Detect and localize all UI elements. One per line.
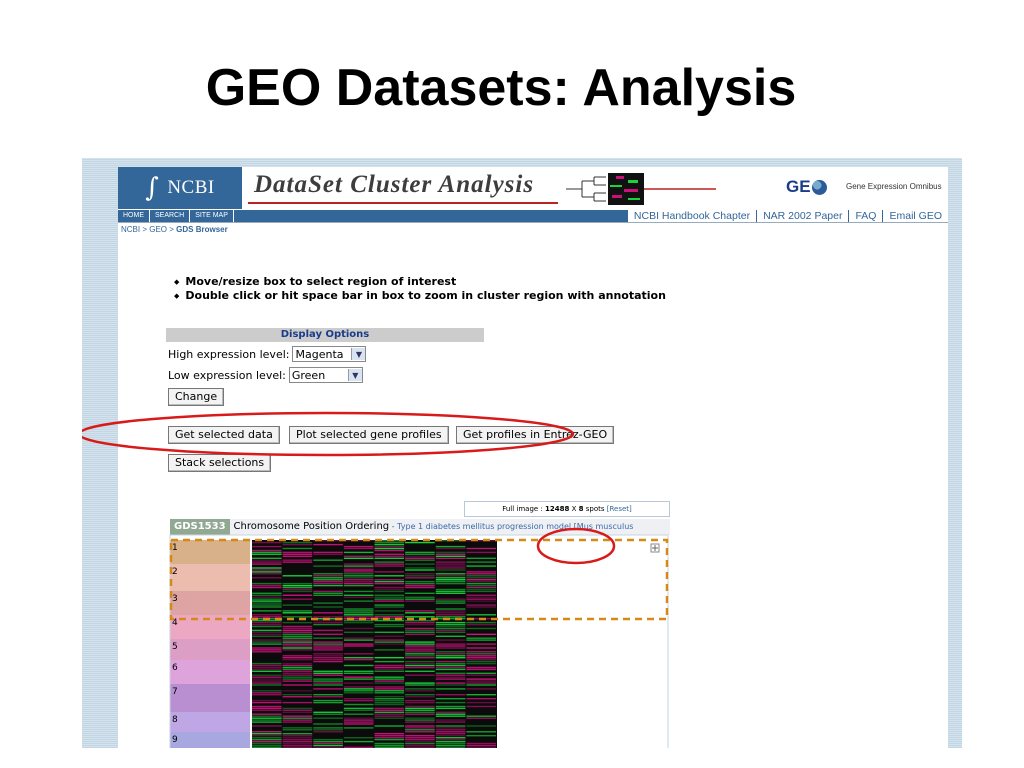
slide-title: GEO Datasets: Analysis (205, 59, 797, 117)
handle-highlight-ellipse (536, 527, 616, 565)
browser-screenshot: ∫ NCBI DataSet Cluster Analysis GE Gene … (82, 158, 962, 748)
buttons-highlight-ellipse (82, 411, 575, 457)
annotation-overlay (82, 411, 616, 565)
